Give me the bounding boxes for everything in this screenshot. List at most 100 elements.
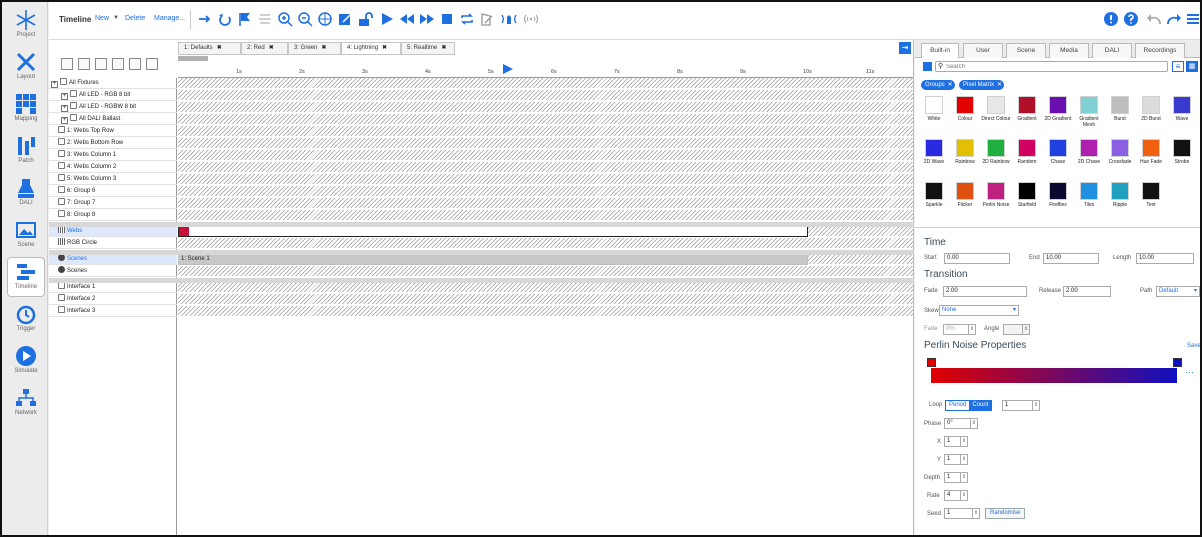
clip-handle[interactable] (179, 227, 189, 236)
sidebar-item-project[interactable]: Project (7, 5, 45, 45)
undo-icon[interactable] (1146, 12, 1162, 26)
zoom-out-icon[interactable] (297, 11, 313, 27)
effect-tile[interactable]: Gradient Mesh (1074, 96, 1104, 130)
sidebar-item-mapping[interactable]: Mapping (7, 89, 45, 129)
close-icon[interactable]: ✖ (321, 45, 326, 51)
sidebar-item-trigger[interactable]: Trigger (7, 299, 45, 339)
filter-chip-groups[interactable]: Groups (921, 80, 955, 90)
group-down-tool-icon[interactable] (146, 58, 158, 70)
fixture-tool-icon[interactable] (95, 58, 107, 70)
tree-row[interactable]: RGB Circle (49, 238, 177, 249)
loop-stepper[interactable]: 1 ⇕ (1002, 400, 1040, 411)
arrow-right-icon[interactable] (197, 11, 213, 27)
loop-count-option[interactable]: Count (969, 401, 992, 410)
timeline-lane[interactable] (178, 138, 913, 149)
filter-chip-pixel-matrix[interactable]: Pixel Matrix (959, 80, 1005, 90)
depth-stepper[interactable]: 1 ⇕ (944, 472, 968, 483)
tab-scene[interactable]: Scene (1006, 43, 1046, 58)
effect-tile[interactable]: Crossfade (1105, 139, 1135, 173)
close-icon[interactable]: ✖ (217, 45, 222, 51)
effect-tile[interactable]: Fireflies (1043, 182, 1073, 216)
timeline-lane[interactable] (178, 294, 913, 305)
flag-icon[interactable] (237, 11, 253, 27)
timeline-lane[interactable] (178, 78, 913, 89)
sidebar-item-timeline[interactable]: Timeline (7, 257, 45, 297)
matrix-tool-icon[interactable] (78, 58, 90, 70)
timeline-lane[interactable] (178, 210, 913, 221)
effect-tile[interactable]: Tiles (1074, 182, 1104, 216)
effect-tile[interactable]: 2D Burst (1136, 96, 1166, 130)
tree-row[interactable]: Interface 3 (49, 306, 177, 317)
tree-row[interactable]: + All DALI Ballast (49, 114, 177, 125)
expand-toggle-icon[interactable]: + (61, 105, 68, 112)
effect-tile[interactable]: Starfield (1012, 182, 1042, 216)
tree-row[interactable]: + All LED - RGBW 8 bit (49, 102, 177, 113)
effect-tile[interactable]: Rainbow (950, 139, 980, 173)
tree-row[interactable]: 6: Group 6 (49, 186, 177, 197)
end-input[interactable]: 10.00 (1043, 253, 1099, 264)
effect-clip-webs[interactable] (178, 226, 808, 237)
timeline-lane[interactable] (178, 126, 913, 137)
stop-icon[interactable] (439, 11, 455, 27)
effect-tile[interactable]: Ripple (1105, 182, 1135, 216)
tree-row[interactable]: 3: Webs Column 1 (49, 150, 177, 161)
help-icon[interactable] (1124, 12, 1138, 26)
hamburger-menu-icon[interactable] (1186, 12, 1200, 26)
gradient-bar[interactable] (931, 368, 1177, 383)
tree-row[interactable]: Interface 2 (49, 294, 177, 305)
y-stepper[interactable]: 1 ⇕ (944, 454, 968, 465)
timeline-lane[interactable] (178, 102, 913, 113)
tree-row[interactable]: 7: Group 7 (49, 198, 177, 209)
effect-tile[interactable]: 2D Chase (1074, 139, 1104, 173)
sidebar-item-layout[interactable]: Layout (7, 47, 45, 87)
tree-row[interactable]: + All LED - RGB 8 bit (49, 90, 177, 101)
tree-row[interactable]: Scenes (49, 266, 177, 277)
path-select[interactable]: Default ▾ (1156, 286, 1200, 297)
timeline-lane[interactable] (178, 186, 913, 197)
loop-period-option[interactable]: Period (946, 401, 970, 410)
fast-forward-icon[interactable] (419, 11, 435, 27)
share-arrow-icon[interactable] (1166, 12, 1182, 26)
angle-stepper[interactable]: ⇕ (1003, 324, 1030, 335)
tree-row[interactable]: Webs (49, 226, 177, 237)
close-icon[interactable]: ✖ (382, 45, 387, 51)
close-icon[interactable]: ✖ (269, 45, 274, 51)
list-view-icon[interactable]: ≡ (1172, 61, 1184, 72)
expand-toggle-icon[interactable]: + (51, 81, 58, 88)
release-input[interactable]: 2.00 (1063, 286, 1111, 297)
tab-media[interactable]: Media (1049, 43, 1089, 58)
length-input[interactable]: 10.00 (1136, 253, 1194, 264)
sidebar-item-scene[interactable]: Scene (7, 215, 45, 255)
rewind-icon[interactable] (399, 11, 415, 27)
scene-clip[interactable]: 1: Scene 1 (178, 254, 808, 265)
seed-stepper[interactable]: 1 ⇕ (944, 508, 980, 519)
playhead-marker-icon[interactable] (503, 64, 513, 74)
snap-lines-icon[interactable] (257, 11, 273, 27)
effect-tile[interactable]: Wave (1167, 96, 1197, 130)
tree-row[interactable]: 4: Webs Column 2 (49, 162, 177, 173)
rate-stepper[interactable]: 4 ⇕ (944, 490, 968, 501)
close-icon[interactable]: ✖ (441, 45, 446, 51)
delete-button[interactable]: Delete (125, 15, 145, 22)
effect-tile[interactable]: Direct Colour (981, 96, 1011, 130)
effect-tile[interactable]: Perlin Noise (981, 182, 1011, 216)
new-dropdown-chevron-icon[interactable]: ▼ (113, 15, 119, 21)
search-box[interactable]: ⚲ (935, 61, 1168, 72)
timeline-lane[interactable] (178, 306, 913, 317)
effect-tile[interactable]: 2D Rainbow (981, 139, 1011, 173)
timeline-lane[interactable] (178, 150, 913, 161)
timeline-lane[interactable] (178, 198, 913, 209)
tree-row[interactable]: 5: Webs Column 3 (49, 174, 177, 185)
more-options-icon[interactable]: ··· (1185, 367, 1194, 377)
sidebar-item-network[interactable]: Network (7, 383, 45, 423)
tab-user[interactable]: User (963, 43, 1003, 58)
tree-row[interactable]: 2: Webs Bottom Row (49, 138, 177, 149)
folder-tool-icon[interactable] (61, 58, 73, 70)
tree-row[interactable]: Interface 1 (49, 282, 177, 293)
filter-funnel-icon[interactable] (923, 62, 932, 71)
zoom-in-icon[interactable] (277, 11, 293, 27)
zoom-fit-icon[interactable] (317, 11, 333, 27)
x-stepper[interactable]: 1 ⇕ (944, 436, 968, 447)
effect-tile[interactable]: Random (1012, 139, 1042, 173)
loop-back-icon[interactable] (217, 11, 233, 27)
